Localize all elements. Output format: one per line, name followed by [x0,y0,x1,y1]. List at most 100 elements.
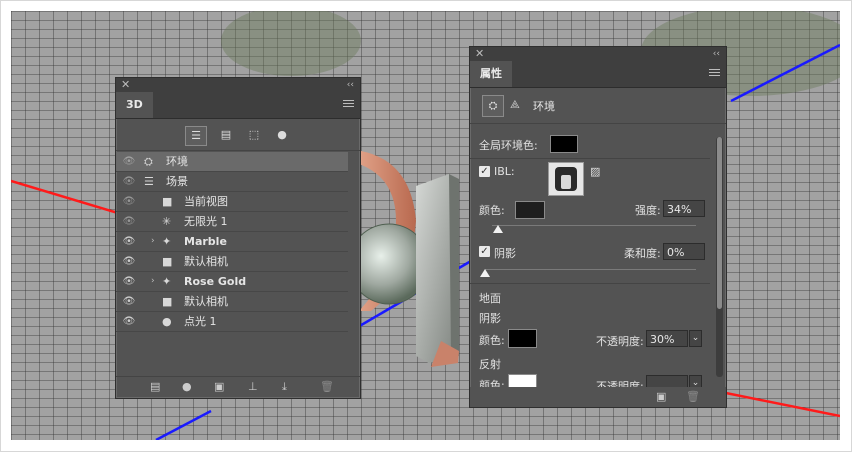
scene-tree-row-label: 环境 [166,155,188,168]
visibility-eye-icon[interactable]: 👁 [121,152,137,171]
3d-panel[interactable]: ✕ ‹‹ 3D ☰ ▤ ⬚ ● 👁 ⛭ 环境 👁 ☰ 场景 👁 ■ 当前视图 👁 ✳ 无限光 1 👁 › ✦… [115,77,361,399]
intensity-label: 强度: [635,204,661,217]
close-icon[interactable]: ✕ [121,78,130,92]
intensity-slider-thumb[interactable] [493,225,504,233]
ground-shadow-opacity-input[interactable]: 30% [646,330,688,347]
3d-bottom-toolbar: ▤ ● ▣ ⊥ ⤓ 🗑 [116,376,360,399]
filter-material-icon[interactable]: ⬚ [244,126,264,144]
coordinates-icon[interactable]: ⟁ [510,98,520,112]
visibility-eye-icon[interactable]: 👁 [121,272,137,291]
global-ambient-label: 全局环境色: [479,139,538,152]
collapse-icon[interactable]: ‹‹ [713,47,720,61]
scrollbar-thumb[interactable] [717,137,722,309]
add-mesh-icon[interactable]: ▤ [150,380,160,393]
scene-tree: 👁 ⛭ 环境 👁 ☰ 场景 👁 ■ 当前视图 👁 ✳ 无限光 1 👁 › ✦ Marble 👁 ■ 默认相机 👁 › ✦ R… [116,152,360,352]
color-swatch[interactable] [515,201,545,219]
ground-icon[interactable]: ⊥ [248,380,258,393]
properties-header-label: 环境 [533,100,555,113]
panel-titlebar[interactable]: ✕ ‹‹ [116,78,360,92]
scene-tree-row[interactable]: 👁 ● 点光 1 [116,312,348,332]
panel-menu-icon[interactable] [343,100,354,109]
expand-chevron-icon[interactable]: › [151,232,155,251]
divider [470,158,710,159]
scrollbar[interactable] [716,137,723,377]
camera-icon: ■ [162,195,173,208]
scene-tree-row[interactable]: 👁 › ✦ Marble [116,232,348,252]
render-icon[interactable]: ▣ [214,380,224,393]
properties-bottom-toolbar: ▣ 🗑 [470,387,726,407]
visibility-eye-icon[interactable]: 👁 [121,192,137,211]
reflection-label: 反射 [479,358,501,371]
scene-tree-row-label: 默认相机 [184,295,228,308]
ibl-thumbnail[interactable] [548,162,584,196]
delete-icon[interactable]: 🗑 [320,380,334,393]
scene-tree-row-label: 场景 [166,175,188,188]
ground-shadow-color-label: 颜色: [479,334,505,347]
infinite-light-icon: ✳ [162,215,172,228]
softness-slider[interactable] [485,269,696,270]
scene-icon: ☰ [144,175,154,188]
drop-to-ground-icon[interactable]: ⤓ [282,380,287,394]
scene-tree-row[interactable]: 👁 ■ 默认相机 [116,292,348,312]
visibility-eye-icon[interactable]: 👁 [121,172,137,191]
mesh-icon: ✦ [162,235,172,248]
viewport-3d[interactable]: ✕ ‹‹ 3D ☰ ▤ ⬚ ● 👁 ⛭ 环境 👁 ☰ 场景 👁 ■ 当前视图 👁 ✳ 无限光 1 👁 › ✦… [11,11,840,440]
scene-tree-row-label: Rose Gold [184,275,247,288]
render-icon[interactable]: ▣ [656,390,666,403]
divider [470,123,726,124]
visibility-eye-icon[interactable]: 👁 [121,312,137,331]
softness-label: 柔和度: [624,247,661,260]
intensity-input[interactable]: 34% [663,200,705,217]
tab-strip: 3D [116,92,360,119]
color-label: 颜色: [479,204,505,217]
scene-tree-row[interactable]: 👁 ☰ 场景 [116,172,348,192]
collapse-icon[interactable]: ‹‹ [347,78,354,92]
properties-panel[interactable]: ✕ ‹‹ 属性 ⛭ ⟁ 环境 全局环境色: ✓ IBL: ▨ 颜色: 强度: 3… [469,46,727,408]
global-ambient-swatch[interactable] [550,135,578,153]
ground-shadow-color-swatch[interactable] [508,329,537,348]
expand-chevron-icon[interactable]: › [151,272,155,291]
visibility-eye-icon[interactable]: 👁 [121,212,137,231]
scene-tree-row[interactable]: 👁 ⛭ 环境 [116,152,348,172]
add-light-icon[interactable]: ● [182,380,192,393]
panel-menu-icon[interactable] [709,69,720,78]
scene-tree-row[interactable]: 👁 › ✦ Rose Gold [116,272,348,292]
filter-toolbar: ☰ ▤ ⬚ ● [116,122,360,148]
softness-input[interactable]: 0% [663,243,705,260]
close-icon[interactable]: ✕ [475,47,484,61]
scene-tree-row-label: 无限光 1 [184,215,228,228]
ibl-checkbox[interactable]: ✓ [479,166,490,177]
ibl-label: IBL: [494,165,515,178]
tab-3d[interactable]: 3D [116,92,153,118]
filter-mesh-icon[interactable]: ▤ [216,126,236,144]
visibility-eye-icon[interactable]: 👁 [121,232,137,251]
shadow-label: 阴影 [494,247,516,260]
scene-tree-row-label: 当前视图 [184,195,228,208]
edit-texture-icon[interactable]: ▨ [590,165,600,178]
camera-icon: ■ [162,295,173,308]
divider [470,283,710,284]
scene-tree-row[interactable]: 👁 ✳ 无限光 1 [116,212,348,232]
environment-icon[interactable]: ⛭ [482,95,504,117]
filter-scene-button[interactable]: ☰ [185,126,207,146]
camera-icon: ■ [162,255,173,268]
scene-tree-row-label: 默认相机 [184,255,228,268]
mesh-icon: ✦ [162,275,172,288]
ground-shadow-opacity-dropdown[interactable]: ⌄ [689,330,702,347]
filter-light-icon[interactable]: ● [272,126,292,144]
properties-header: ⛭ ⟁ 环境 [470,92,726,120]
intensity-slider[interactable] [492,225,696,226]
tab-properties[interactable]: 属性 [470,61,512,87]
visibility-eye-icon[interactable]: 👁 [121,252,137,271]
shadow-checkbox[interactable]: ✓ [479,246,490,257]
ground-shadow-label: 阴影 [479,312,501,325]
divider [116,150,360,151]
environment-icon: ⛭ [144,155,153,168]
softness-slider-thumb[interactable] [480,269,490,277]
visibility-eye-icon[interactable]: 👁 [121,292,137,311]
delete-icon[interactable]: 🗑 [686,390,700,403]
scene-tree-row[interactable]: 👁 ■ 默认相机 [116,252,348,272]
ground-shadow-opacity-label: 不透明度: [596,335,644,348]
panel-titlebar[interactable]: ✕ ‹‹ [470,47,726,61]
scene-tree-row[interactable]: 👁 ■ 当前视图 [116,192,348,212]
